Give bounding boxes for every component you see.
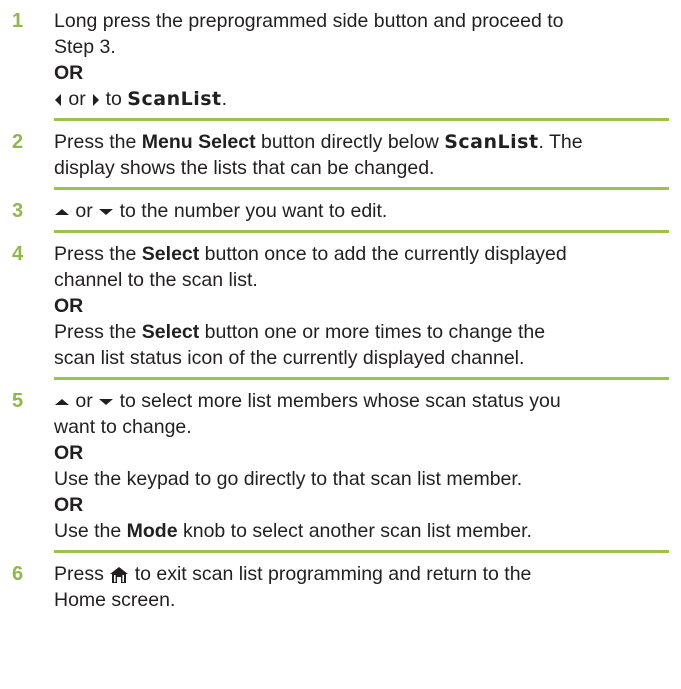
button-name: Select: [141, 321, 200, 343]
up-arrow-icon: [54, 207, 70, 217]
down-arrow-icon: [98, 397, 114, 407]
home-icon: [109, 566, 129, 584]
nav-instruction: or to ScanList.: [54, 86, 669, 112]
screen-label: ScanList: [444, 131, 539, 153]
or-label: OR: [54, 295, 84, 317]
step-text: want to change.: [54, 416, 192, 438]
text-fragment: Press: [54, 563, 104, 585]
step-text: display shows the lists that can be chan…: [54, 157, 435, 179]
text-fragment: to select more list members whose scan s…: [119, 390, 561, 412]
right-arrow-icon: [91, 93, 100, 107]
divider: [54, 230, 669, 233]
period: .: [221, 88, 228, 110]
step-5: 5 or to select more list members whose s…: [6, 388, 681, 553]
or-text: or: [75, 200, 93, 222]
step-number: 6: [12, 563, 24, 585]
text-fragment: button directly below: [261, 131, 439, 153]
text-fragment: button once to add the currently display…: [204, 243, 567, 265]
step-text: Long press the preprogrammed side button…: [54, 10, 564, 32]
up-arrow-icon: [54, 397, 70, 407]
text-fragment: knob to select another scan list member.: [182, 520, 532, 542]
step-text: Press to exit scan list programming and …: [54, 561, 669, 587]
text-fragment: Press the: [54, 321, 137, 343]
text-fragment: Press the: [54, 131, 137, 153]
step-text: or to select more list members whose sca…: [54, 388, 669, 414]
step-6: 6 Press to exit scan list programming an…: [6, 561, 681, 613]
or-label: OR: [54, 442, 84, 464]
down-arrow-icon: [98, 207, 114, 217]
instruction-page: 1 Long press the preprogrammed side butt…: [0, 0, 681, 689]
text-fragment: Use the: [54, 520, 122, 542]
step-number: 1: [12, 10, 24, 32]
divider: [54, 187, 669, 190]
step-text: or to the number you want to edit.: [54, 198, 669, 224]
text-fragment: to exit scan list programming and return…: [134, 563, 532, 585]
step-text: channel to the scan list.: [54, 269, 258, 291]
step-3: 3 or to the number you want to edit.: [6, 198, 681, 233]
or-label: OR: [54, 62, 84, 84]
step-2: 2 Press the Menu Select button directly …: [6, 129, 681, 190]
left-arrow-icon: [54, 93, 63, 107]
text-fragment: Press the: [54, 243, 137, 265]
step-1: 1 Long press the preprogrammed side butt…: [6, 8, 681, 121]
text-fragment: to the number you want to edit.: [119, 200, 388, 222]
step-text: Press the Select button one or more time…: [54, 319, 669, 345]
or-label: OR: [54, 494, 84, 516]
or-text: or: [75, 390, 93, 412]
step-number: 5: [12, 390, 24, 412]
step-number: 2: [12, 131, 24, 153]
button-name: Menu Select: [141, 131, 256, 153]
step-number: 3: [12, 200, 24, 222]
or-text: or: [68, 88, 86, 110]
step-text: scan list status icon of the currently d…: [54, 347, 525, 369]
divider: [54, 118, 669, 121]
step-text: Use the Mode knob to select another scan…: [54, 518, 669, 544]
text-fragment: . The: [538, 131, 583, 153]
step-text: Step 3.: [54, 36, 116, 58]
screen-label: ScanList: [127, 88, 222, 110]
step-text: Press the Select button once to add the …: [54, 241, 669, 267]
button-name: Select: [141, 243, 200, 265]
step-text: Home screen.: [54, 589, 176, 611]
step-text: Press the Menu Select button directly be…: [54, 129, 669, 155]
step-4: 4 Press the Select button once to add th…: [6, 241, 681, 380]
step-number: 4: [12, 243, 24, 265]
divider: [54, 550, 669, 553]
text-fragment: button one or more times to change the: [204, 321, 546, 343]
divider: [54, 377, 669, 380]
knob-name: Mode: [126, 520, 178, 542]
step-text: Use the keypad to go directly to that sc…: [54, 468, 523, 490]
to-text: to: [105, 88, 122, 110]
